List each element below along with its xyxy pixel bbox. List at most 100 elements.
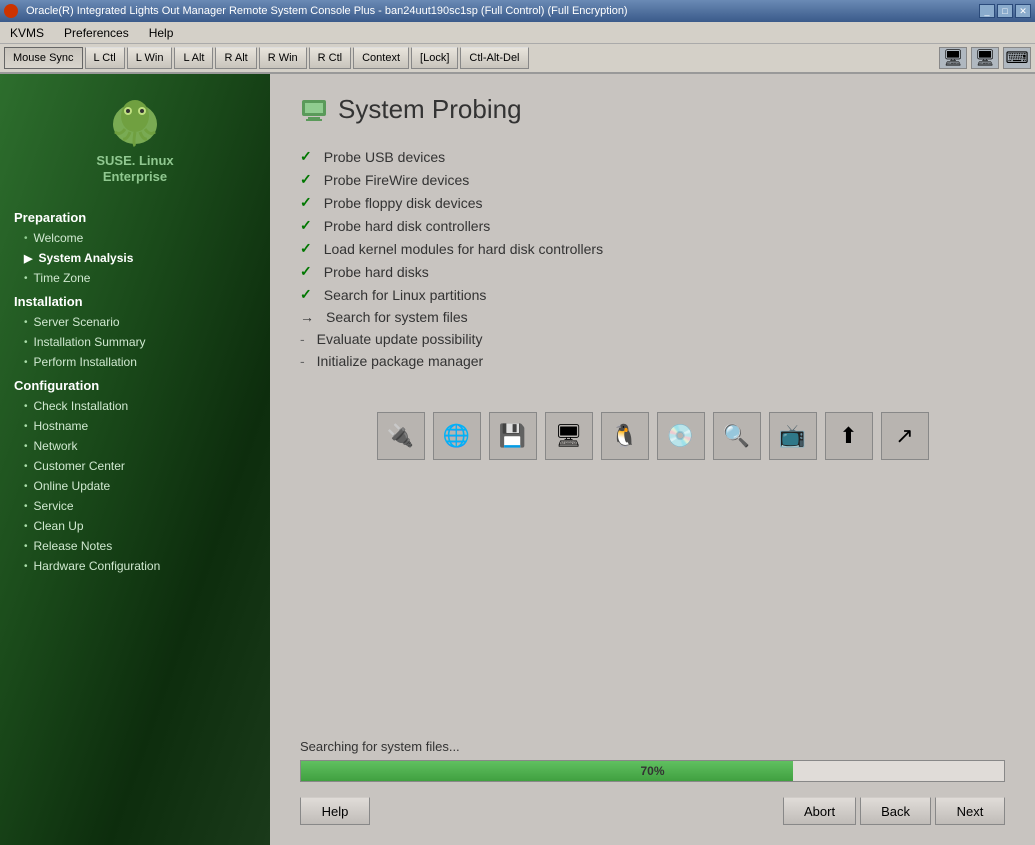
sidebar-item-installation-summary[interactable]: • Installation Summary — [0, 332, 270, 352]
lalt-button[interactable]: L Alt — [174, 47, 213, 69]
probe-item-5: ✓ Probe hard disks — [300, 260, 1005, 283]
progress-area: Searching for system files... 70% — [300, 729, 1005, 782]
titlebar-left: Oracle(R) Integrated Lights Out Manager … — [4, 4, 628, 18]
titlebar-title: Oracle(R) Integrated Lights Out Manager … — [26, 5, 628, 17]
sidebar-label-hardware-configuration: Hardware Configuration — [34, 559, 161, 573]
probe-item-2: ✓ Probe floppy disk devices — [300, 191, 1005, 214]
bottom-buttons: Help Abort Back Next — [300, 797, 1005, 825]
toolbar: Mouse Sync L Ctl L Win L Alt R Alt R Win… — [0, 44, 1035, 74]
menu-help[interactable]: Help — [143, 25, 180, 41]
sidebar-item-hardware-configuration[interactable]: • Hardware Configuration — [0, 556, 270, 576]
sidebar-item-release-notes[interactable]: • Release Notes — [0, 536, 270, 556]
sidebar-label-welcome: Welcome — [34, 231, 84, 245]
sidebar-label-release-notes: Release Notes — [34, 539, 113, 553]
sidebar-label-hostname: Hostname — [34, 419, 89, 433]
sidebar-item-customer-center[interactable]: • Customer Center — [0, 456, 270, 476]
sidebar-label-service: Service — [34, 499, 74, 513]
progress-bar-fill — [301, 761, 793, 781]
probe-text-6: Search for Linux partitions — [324, 287, 487, 303]
keyboard-icon: ⌨ — [1003, 47, 1031, 69]
linux-icon[interactable]: 🐧 — [601, 412, 649, 460]
sidebar-section-installation: Installation — [0, 288, 270, 312]
maximize-button[interactable]: □ — [997, 4, 1013, 18]
probe-item-9: - Initialize package manager — [300, 350, 1005, 372]
probe-item-0: ✓ Probe USB devices — [300, 145, 1005, 168]
probe-item-8: - Evaluate update possibility — [300, 328, 1005, 350]
sidebar-item-service[interactable]: • Service — [0, 496, 270, 516]
sidebar-item-cleanup[interactable]: • Clean Up — [0, 516, 270, 536]
ralt-button[interactable]: R Alt — [215, 47, 256, 69]
sidebar-label-server-scenario: Server Scenario — [34, 315, 120, 329]
probe-item-1: ✓ Probe FireWire devices — [300, 168, 1005, 191]
progress-text: Searching for system files... — [300, 739, 1005, 754]
context-button[interactable]: Context — [353, 47, 409, 69]
content-area: System Probing ✓ Probe USB devices ✓ Pro… — [270, 74, 1035, 845]
page-title: System Probing — [300, 94, 1005, 125]
help-button[interactable]: Help — [300, 797, 370, 825]
suse-brand: SUSE. Linux Enterprise — [96, 153, 173, 184]
bullet-icon: • — [24, 401, 28, 412]
up-icon[interactable]: ⬆ — [825, 412, 873, 460]
rwin-button[interactable]: R Win — [259, 47, 307, 69]
sidebar-label-perform-installation: Perform Installation — [34, 355, 137, 369]
bullet-icon: • — [24, 561, 28, 572]
abort-button[interactable]: Abort — [783, 797, 856, 825]
progress-bar-container: 70% — [300, 760, 1005, 782]
lock-button[interactable]: [Lock] — [411, 47, 458, 69]
probe-text-3: Probe hard disk controllers — [324, 218, 491, 234]
terminal-icon[interactable]: 📺 — [769, 412, 817, 460]
menubar: KVMS Preferences Help — [0, 22, 1035, 44]
ctrlaltdel-button[interactable]: Ctl-Alt-Del — [460, 47, 528, 69]
monitor-icon-2: 🖥 — [971, 47, 999, 69]
back-button[interactable]: Back — [860, 797, 931, 825]
main-layout: SUSE. Linux Enterprise Preparation • Wel… — [0, 74, 1035, 845]
minimize-button[interactable]: _ — [979, 4, 995, 18]
monitor-icon-1: 🖥 — [939, 47, 967, 69]
bullet-icon: • — [24, 273, 28, 284]
sidebar-label-online-update: Online Update — [34, 479, 111, 493]
sidebar-item-welcome[interactable]: • Welcome — [0, 228, 270, 248]
probe-text-1: Probe FireWire devices — [324, 172, 470, 188]
sidebar-label-timezone: Time Zone — [34, 271, 91, 285]
lwin-button[interactable]: L Win — [127, 47, 173, 69]
sidebar-item-network[interactable]: • Network — [0, 436, 270, 456]
mouse-sync-button[interactable]: Mouse Sync — [4, 47, 83, 69]
suse-logo: SUSE. Linux Enterprise — [0, 84, 270, 194]
sidebar-item-system-analysis[interactable]: ▶ System Analysis — [0, 248, 270, 268]
oracle-icon — [4, 4, 18, 18]
sidebar-section-configuration: Configuration — [0, 372, 270, 396]
status-check-icon: ✓ — [300, 286, 312, 303]
rctl-button[interactable]: R Ctl — [309, 47, 351, 69]
probe-text-2: Probe floppy disk devices — [324, 195, 483, 211]
bullet-icon: • — [24, 481, 28, 492]
sidebar-section-preparation: Preparation — [0, 204, 270, 228]
close-button[interactable]: ✕ — [1015, 4, 1031, 18]
bullet-icon: • — [24, 501, 28, 512]
bullet-icon: • — [24, 337, 28, 348]
sidebar-item-hostname[interactable]: • Hostname — [0, 416, 270, 436]
search-icon[interactable]: 🔍 — [713, 412, 761, 460]
status-check-icon: ✓ — [300, 194, 312, 211]
lctl-button[interactable]: L Ctl — [85, 47, 125, 69]
save-icon[interactable]: 💾 — [489, 412, 537, 460]
menu-kvms[interactable]: KVMS — [4, 25, 50, 41]
display-icon[interactable]: 🖥 — [545, 412, 593, 460]
sidebar-item-timezone[interactable]: • Time Zone — [0, 268, 270, 288]
probe-list: ✓ Probe USB devices ✓ Probe FireWire dev… — [300, 145, 1005, 372]
move-icon[interactable]: ↗ — [881, 412, 929, 460]
probe-text-8: Evaluate update possibility — [317, 331, 483, 347]
sidebar-item-check-installation[interactable]: • Check Installation — [0, 396, 270, 416]
probe-item-4: ✓ Load kernel modules for hard disk cont… — [300, 237, 1005, 260]
menu-preferences[interactable]: Preferences — [58, 25, 135, 41]
sidebar-item-perform-installation[interactable]: • Perform Installation — [0, 352, 270, 372]
sidebar-label-customer-center: Customer Center — [34, 459, 125, 473]
status-dash-icon: - — [300, 353, 305, 369]
next-button[interactable]: Next — [935, 797, 1005, 825]
sidebar-item-online-update[interactable]: • Online Update — [0, 476, 270, 496]
probe-text-7: Search for system files — [326, 309, 468, 325]
network-icon[interactable]: 🌐 — [433, 412, 481, 460]
hdd-icon[interactable]: 💿 — [657, 412, 705, 460]
usb-icon[interactable]: 🔌 — [377, 412, 425, 460]
page-heading: System Probing — [338, 94, 522, 125]
sidebar-item-server-scenario[interactable]: • Server Scenario — [0, 312, 270, 332]
